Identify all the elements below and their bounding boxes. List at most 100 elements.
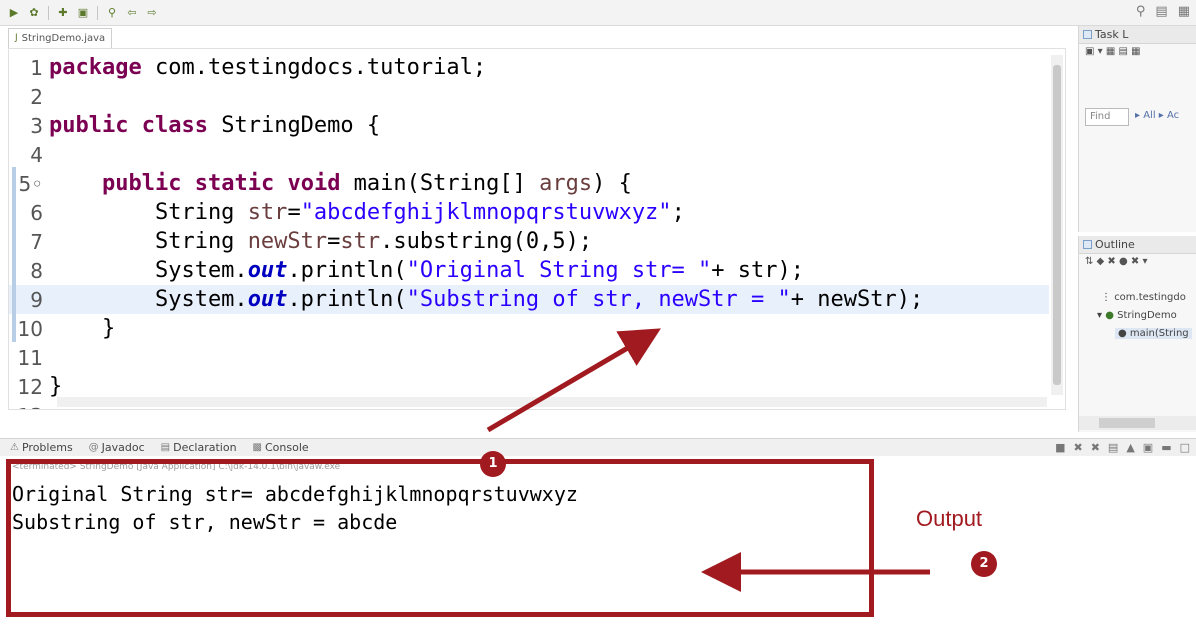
step-badge-2: 2 bbox=[971, 551, 997, 577]
code-token: ; bbox=[671, 200, 685, 225]
code-line[interactable]: 1 package com.testingdocs.tutorial; bbox=[9, 53, 1049, 82]
code-token: class bbox=[141, 113, 208, 138]
code-line[interactable]: 6 String str="abcdefghijklmnopqrstuvwxyz… bbox=[9, 198, 1049, 227]
outline-toolbar[interactable]: ⇅ ◆ ✖ ● ✖ ▾ bbox=[1079, 254, 1196, 269]
remove-all-icon[interactable]: ✖ bbox=[1091, 441, 1100, 454]
outline-horizontal-scrollbar[interactable] bbox=[1079, 416, 1196, 430]
code-token: out bbox=[247, 287, 288, 312]
code-token: String bbox=[49, 229, 248, 254]
code-token: .substring(0,5); bbox=[380, 229, 593, 254]
outline-item-label: com.testingdo bbox=[1114, 292, 1186, 303]
code-token: .println( bbox=[287, 258, 407, 283]
code-token: } bbox=[49, 316, 116, 341]
code-line[interactable]: 11 bbox=[9, 343, 1049, 372]
editor-vertical-scrollbar[interactable] bbox=[1051, 55, 1063, 395]
code-line[interactable]: 2 bbox=[9, 82, 1049, 111]
run-icon[interactable]: ▶ bbox=[7, 6, 21, 20]
code-token: String bbox=[49, 200, 248, 225]
save-icon[interactable]: ▣ bbox=[76, 6, 90, 20]
forward-icon[interactable]: ⇨ bbox=[145, 6, 159, 20]
code-token: System. bbox=[49, 287, 248, 312]
outline-title[interactable]: Outline bbox=[1079, 236, 1196, 254]
remove-launch-icon[interactable]: ✖ bbox=[1073, 441, 1082, 454]
code-token: static bbox=[194, 171, 275, 196]
main-toolbar: ▶ ✿ ✚ ▣ ⚲ ⇦ ⇨ ⚲ ▤ ▦ bbox=[0, 0, 1196, 26]
task-find-input[interactable]: Find bbox=[1085, 108, 1129, 126]
outline-item-label: StringDemo bbox=[1117, 310, 1177, 321]
code-line[interactable]: 5◦ public static void main(String[] args… bbox=[9, 169, 1049, 198]
tab-problems-label: Problems bbox=[21, 441, 73, 454]
editor-horizontal-scrollbar[interactable] bbox=[57, 397, 1047, 407]
code-token: = bbox=[327, 229, 341, 254]
tab-javadoc[interactable]: @ Javadoc bbox=[89, 441, 145, 454]
code-token: "abcdefghijklmnopqrstuvwxyz" bbox=[300, 200, 672, 225]
search-icon[interactable]: ⚲ bbox=[105, 6, 119, 20]
step-badge-1: 1 bbox=[480, 451, 506, 477]
code-text: String str="abcdefghijklmnopqrstuvwxyz"; bbox=[49, 200, 685, 225]
task-find-options[interactable]: ▸ All ▸ Ac bbox=[1135, 110, 1179, 121]
debug-icon[interactable]: ✿ bbox=[27, 6, 41, 20]
perspective-area: ⚲ ▤ ▦ bbox=[1136, 4, 1190, 19]
code-token: .println( bbox=[287, 287, 407, 312]
outline-item-package[interactable]: ⋮ com.testingdo bbox=[1101, 292, 1186, 303]
editor-scroll-thumb[interactable] bbox=[1053, 65, 1061, 385]
outline-item-class[interactable]: ▾ ● StringDemo bbox=[1097, 310, 1177, 321]
code-token: System. bbox=[49, 258, 248, 283]
code-token: StringDemo { bbox=[207, 113, 381, 138]
code-token: package bbox=[49, 55, 142, 80]
editor-tab-stringdemo[interactable]: J StringDemo.java bbox=[8, 28, 113, 48]
outline-scroll-thumb[interactable] bbox=[1099, 418, 1155, 428]
line-number: 12 bbox=[17, 374, 43, 399]
line-number: 3 bbox=[30, 113, 43, 138]
code-token: args bbox=[539, 171, 593, 196]
output-label: Output bbox=[916, 506, 983, 531]
code-token: "Original String str= " bbox=[406, 258, 712, 283]
code-token: } bbox=[49, 374, 63, 399]
code-text: System.out.println("Substring of str, ne… bbox=[49, 287, 923, 312]
java-perspective-icon[interactable]: ▦ bbox=[1178, 4, 1190, 19]
pin-console-icon[interactable]: ▲ bbox=[1126, 441, 1134, 454]
perspective-icon[interactable]: ▤ bbox=[1155, 4, 1167, 19]
code-text: package com.testingdocs.tutorial; bbox=[49, 55, 486, 80]
code-token: newStr bbox=[247, 229, 328, 254]
code-text: public static void main(String[] args) { bbox=[49, 171, 632, 196]
console-toolbar: ■ ✖ ✖ ▤ ▲ ▣ ▬ □ bbox=[1055, 441, 1190, 454]
declaration-icon: ▤ bbox=[160, 442, 171, 453]
line-number: 2 bbox=[30, 84, 43, 109]
task-list-title[interactable]: Task L bbox=[1079, 26, 1196, 44]
code-line[interactable]: 4 bbox=[9, 140, 1049, 169]
maximize-icon[interactable]: □ bbox=[1180, 441, 1190, 454]
quick-access-search-icon[interactable]: ⚲ bbox=[1136, 4, 1146, 19]
output-highlight-box bbox=[6, 459, 874, 617]
terminate-icon[interactable]: ■ bbox=[1055, 441, 1065, 454]
task-list-toolbar[interactable]: ▣ ▾ ▦ ▤ ▦ bbox=[1079, 44, 1196, 59]
outline-item-method[interactable]: ● main(String bbox=[1115, 328, 1192, 339]
code-token: + str); bbox=[711, 258, 805, 283]
code-token: public bbox=[49, 113, 129, 138]
task-list-icon bbox=[1083, 30, 1092, 39]
code-text: String newStr=str.substring(0,5); bbox=[49, 229, 592, 254]
code-token: ) { bbox=[592, 171, 632, 196]
new-icon[interactable]: ✚ bbox=[56, 6, 70, 20]
scroll-lock-icon[interactable]: ▤ bbox=[1108, 441, 1118, 454]
code-line[interactable]: 3 public class StringDemo { bbox=[9, 111, 1049, 140]
code-token: main(String[] bbox=[340, 171, 540, 196]
code-editor[interactable]: 1 package com.testingdocs.tutorial; 2 3 publ… bbox=[8, 48, 1066, 410]
tab-declaration[interactable]: ▤ Declaration bbox=[161, 441, 237, 454]
code-line[interactable]: 7 String newStr=str.substring(0,5); bbox=[9, 227, 1049, 256]
back-icon[interactable]: ⇦ bbox=[125, 6, 139, 20]
display-console-icon[interactable]: ▣ bbox=[1143, 441, 1153, 454]
outline-title-label: Outline bbox=[1095, 238, 1135, 251]
tab-console[interactable]: ▩ Console bbox=[253, 441, 309, 454]
toolbar-separator bbox=[97, 5, 98, 20]
code-line[interactable]: 10 } bbox=[9, 314, 1049, 343]
outline-item-label: main(String bbox=[1129, 328, 1189, 339]
line-number: 13 bbox=[9, 404, 49, 410]
code-token: + newStr); bbox=[790, 287, 924, 312]
code-line[interactable]: 9 System.out.println("Substring of str, … bbox=[9, 285, 1049, 314]
minimize-icon[interactable]: ▬ bbox=[1161, 441, 1171, 454]
code-line[interactable]: 8 System.out.println("Original String st… bbox=[9, 256, 1049, 285]
tab-problems[interactable]: ⚠ Problems bbox=[10, 441, 73, 454]
